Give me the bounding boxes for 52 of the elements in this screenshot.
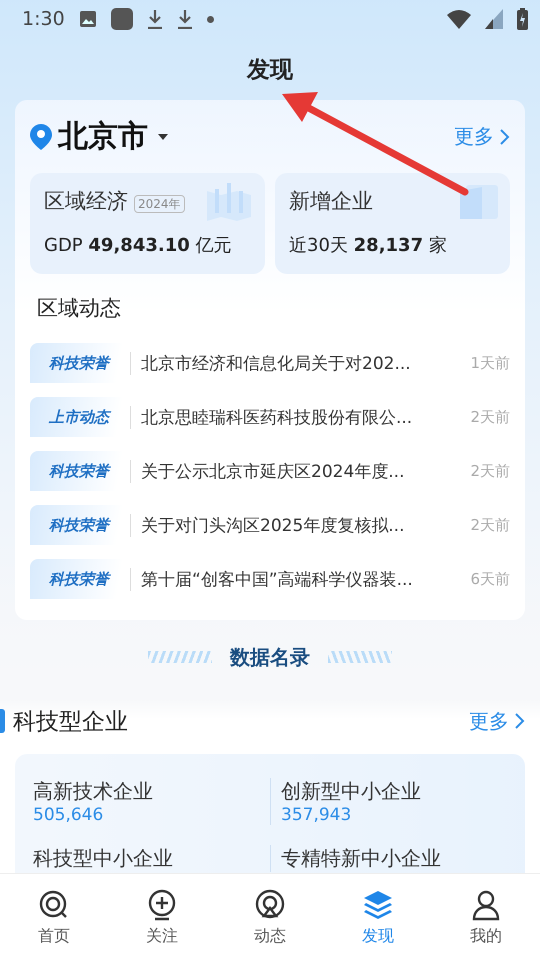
dot-icon [206,16,214,22]
nav-tab[interactable]: 首页 [0,874,108,960]
section-heading: 数据名录 [230,644,310,670]
category-count: 505,646 [33,805,104,825]
nav-tab[interactable]: 关注 [108,874,216,960]
stat-card[interactable]: 区域经济 2024年 GDP 49,843.10 亿元 [30,173,265,274]
stripe-decoration [148,651,212,663]
news-time: 2天前 [470,408,510,426]
news-time: 2天前 [470,462,510,480]
dropdown-caret-icon[interactable] [156,132,170,142]
stat-card[interactable]: 新增企业 近30天 28,137 家 [275,173,510,274]
stat-value: GDP 49,843.10 亿元 [44,234,232,257]
category-name[interactable]: 科技型中小企业 [33,845,270,872]
news-title[interactable]: 关于对门头沟区2025年度复核拟... [130,514,470,536]
nav-tab[interactable]: 动态 [216,874,324,960]
city-name: 北京市 [58,118,148,156]
signal-icon [485,9,503,29]
download-icon [146,9,163,29]
status-time: 1:30 [22,8,65,30]
more-link[interactable]: 更多 [469,708,525,734]
category-name[interactable]: 专精特新中小企业 [281,845,507,872]
location-pin-icon [30,124,52,150]
nav-tab[interactable]: 我的 [432,874,540,960]
news-title[interactable]: 第十届“创客中国”高端科学仪器装... [130,568,470,590]
category-name[interactable]: 高新技术企业 [33,778,270,805]
bar-chart-icon [207,181,251,221]
section-title: 区域动态 [37,295,122,322]
chevron-right-icon [513,712,525,730]
download-icon [176,9,193,29]
news-time: 1天前 [470,354,510,372]
stripe-decoration [328,651,392,663]
category-count: 357,943 [281,805,352,825]
news-title[interactable]: 北京思睦瑞科医药科技股份有限公... [130,406,470,428]
document-icon [460,183,498,219]
battery-icon [517,8,528,30]
stat-title: 区域经济 [44,189,128,213]
image-icon [78,10,97,28]
news-title[interactable]: 关于公示北京市延庆区2024年度... [130,460,470,482]
news-time: 2天前 [470,516,510,534]
stat-title: 新增企业 [289,189,373,213]
section-title: 科技型企业 [13,708,128,736]
chevron-right-icon [498,128,510,146]
news-time: 6天前 [470,570,510,588]
year-tag: 2024年 [134,195,185,213]
stat-value: 近30天 28,137 家 [289,234,448,257]
news-title[interactable]: 北京市经济和信息化局关于对202... [130,352,470,374]
accent-bar [0,709,5,733]
wifi-icon [447,9,471,29]
category-name[interactable]: 创新型中小企业 [281,778,507,805]
page-title: 发现 [246,56,294,84]
app-icon [110,8,133,30]
nav-tab[interactable]: 发现 [324,874,432,960]
